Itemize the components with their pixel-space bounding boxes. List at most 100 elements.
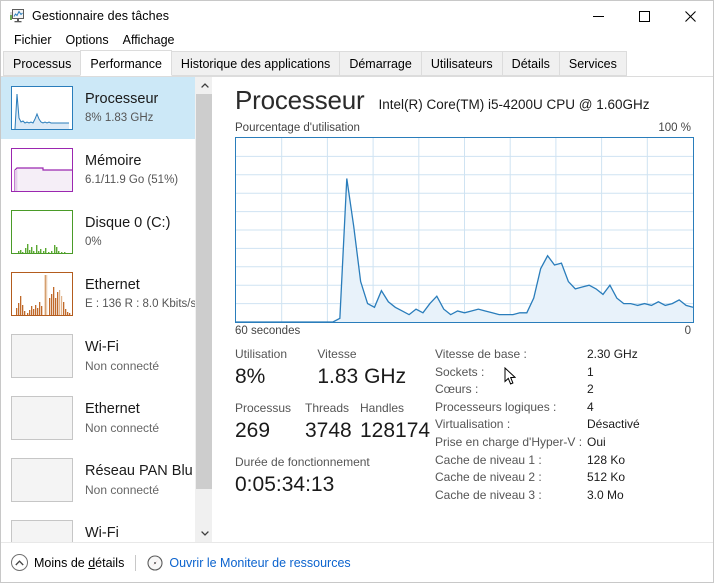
tab-performance[interactable]: Performance (80, 50, 172, 76)
sidebar-scrollbar[interactable] (195, 77, 213, 542)
sidebar-item-name: Wi-Fi (85, 339, 119, 355)
sidebar-item-text: Réseau PAN Blu Non connecté (85, 462, 193, 498)
tab-services[interactable]: Services (558, 51, 627, 76)
sidebar-item-sub: 6.1/11.9 Go (51%) (85, 174, 179, 186)
sidebar-item-processeur[interactable]: Processeur 8% 1.83 GHz (1, 77, 195, 139)
scroll-down-button[interactable] (196, 525, 213, 542)
maximize-button[interactable] (621, 1, 667, 31)
cpu-thumbnail-graph (11, 86, 73, 130)
bluetooth-pan-thumbnail-graph-empty (11, 458, 73, 502)
stats-details: Vitesse de base : 2.30 GHz Sockets : 1 Cœu… (435, 345, 713, 542)
fewer-details-button[interactable]: Moins de détails (11, 554, 124, 571)
resource-sidebar: Processeur 8% 1.83 GHz Mémoire 6.1/11.9 … (1, 77, 195, 542)
window-title: Gestionnaire des tâches (32, 9, 170, 23)
resource-monitor-icon (147, 554, 163, 571)
ethernet-thumbnail-graph-empty (11, 396, 73, 440)
chart-ymax-label: 100 % (658, 122, 691, 134)
scroll-up-button[interactable] (196, 77, 213, 94)
cpu-model-label: Intel(R) Core(TM) i5-4200U CPU @ 1.60GHz (378, 97, 650, 112)
sidebar-item-text: Wi-Fi Non connecté (85, 524, 159, 542)
detail-value-processeurs-logiques: 4 (587, 399, 594, 414)
sidebar-item-sub: Non connecté (85, 359, 160, 373)
sidebar-item-sub: Non connecté (85, 483, 160, 497)
menu-affichage[interactable]: Affichage (116, 31, 182, 49)
stat-value-handles: 128174 (360, 419, 431, 442)
detail-value-cache-niveau-2: 512 Ko (587, 470, 626, 485)
sidebar-item-sub: 8% 1.83 GHz (85, 112, 154, 124)
utilization-chart[interactable] (235, 137, 694, 323)
detail-row: Virtualisation : Désactivé (435, 416, 713, 434)
scrollbar-thumb[interactable] (196, 94, 213, 489)
sidebar-item-name: Wi-Fi (85, 525, 119, 541)
tab-utilisateurs[interactable]: Utilisateurs (420, 51, 503, 76)
detail-row: Vitesse de base : 2.30 GHz (435, 346, 713, 364)
sidebar-item-wifi-1[interactable]: Wi-Fi Non connecté (1, 325, 195, 387)
sidebar-item-memoire[interactable]: Mémoire 6.1/11.9 Go (51%) (1, 139, 195, 201)
sidebar-item-name: Disque 0 (C:) (85, 215, 171, 231)
chart-bottom-labels: 60 secondes 0 (235, 323, 691, 337)
disk-thumbnail-graph (11, 210, 73, 254)
stat-label-handles: Handles (360, 401, 405, 415)
tab-processus[interactable]: Processus (3, 51, 82, 76)
chart-top-labels: Pourcentage d'utilisation 100 % (235, 122, 691, 137)
open-resource-monitor-link[interactable]: Ouvrir le Moniteur de ressources (169, 556, 350, 570)
stat-label-processus: Processus (235, 401, 292, 415)
detail-key-sockets: Sockets : (435, 364, 485, 379)
detail-value-cache-niveau-3: 3.0 Mo (587, 487, 624, 502)
chevron-up-icon (11, 554, 28, 571)
detail-value-vitesse-de-base: 2.30 GHz (587, 347, 638, 361)
detail-key-coeurs: Cœurs : (435, 382, 479, 397)
sidebar-item-wifi-2[interactable]: Wi-Fi Non connecté (1, 511, 195, 542)
close-button[interactable] (667, 1, 713, 31)
stat-label-duree-de-fonctionnement: Durée de fonctionnement (235, 455, 370, 469)
stats-primary: Utilisation Vitesse 8% 1.83 GHz Processu… (213, 345, 435, 542)
detail-key-vitesse-de-base: Vitesse de base : (435, 347, 527, 361)
detail-value-virtualisation: Désactivé (587, 417, 640, 432)
sidebar-item-name: Ethernet (85, 401, 140, 417)
titlebar: Gestionnaire des tâches (1, 1, 713, 31)
stat-value-utilisation: 8% (235, 365, 266, 388)
sidebar-item-ethernet-disconnected[interactable]: Ethernet Non connecté (1, 387, 195, 449)
sidebar-item-text: Wi-Fi Non connecté (85, 338, 159, 374)
wifi-thumbnail-graph-empty (11, 334, 73, 378)
detail-key-cache-niveau-1: Cache de niveau 1 : (435, 452, 542, 467)
statusbar-separator (135, 554, 137, 571)
tab-demarrage[interactable]: Démarrage (339, 51, 422, 76)
detail-row: Cœurs : 2 (435, 381, 713, 399)
minimize-button[interactable] (575, 1, 621, 31)
page-title: Processeur (235, 85, 365, 115)
tab-details[interactable]: Détails (501, 51, 560, 76)
window-controls (575, 1, 713, 31)
menu-options[interactable]: Options (59, 31, 116, 49)
detail-row: Processeurs logiques : 4 (435, 399, 713, 417)
stat-value-vitesse: 1.83 GHz (317, 365, 407, 388)
sidebar-item-name: Ethernet (85, 277, 140, 293)
detail-value-sockets: 1 (587, 364, 594, 379)
tab-strip: Processus Performance Historique des app… (1, 50, 713, 77)
stat-group-1: Utilisation Vitesse 8% 1.83 GHz (235, 345, 435, 391)
sidebar-item-disque-0-c[interactable]: Disque 0 (C:) 0% (1, 201, 195, 263)
task-manager-window: Gestionnaire des tâches Fichier Options … (0, 0, 714, 583)
tab-historique-des-applications[interactable]: Historique des applications (170, 51, 341, 76)
sidebar-item-text: Ethernet Non connecté (85, 400, 159, 436)
sidebar-item-ethernet-connected[interactable]: Ethernet E : 136 R : 8.0 Kbits/s (1, 263, 195, 325)
task-manager-icon (9, 8, 25, 24)
menu-fichier[interactable]: Fichier (7, 31, 59, 49)
panel-header: Processeur Intel(R) Core(TM) i5-4200U CP… (213, 77, 713, 116)
sidebar-item-reseau-pan-bluetooth[interactable]: Réseau PAN Blu Non connecté (1, 449, 195, 511)
utilization-chart-container: Pourcentage d'utilisation 100 % 60 secon… (213, 116, 713, 337)
detail-key-prise-en-charge-hyper-v: Prise en charge d'Hyper-V : (435, 434, 583, 449)
stat-group-3: Durée de fonctionnement 0:05:34:13 (235, 453, 435, 499)
sidebar-item-name: Réseau PAN Blu (85, 463, 193, 479)
detail-row: Cache de niveau 1 : 128 Ko (435, 452, 713, 470)
chart-xlabel-left: 60 secondes (235, 325, 301, 337)
fewer-details-label: Moins de détails (34, 555, 125, 570)
detail-key-cache-niveau-3: Cache de niveau 3 : (435, 487, 542, 502)
stat-label-utilisation: Utilisation (235, 347, 288, 361)
sidebar-item-text: Disque 0 (C:) 0% (85, 214, 170, 250)
detail-row: Cache de niveau 3 : 3.0 Mo (435, 487, 713, 505)
sidebar-item-name: Mémoire (85, 153, 142, 169)
detail-value-prise-en-charge-hyper-v: Oui (587, 434, 606, 449)
sidebar-item-text: Ethernet E : 136 R : 8.0 Kbits/s (85, 276, 195, 312)
stat-value-duree-de-fonctionnement: 0:05:34:13 (235, 473, 335, 496)
